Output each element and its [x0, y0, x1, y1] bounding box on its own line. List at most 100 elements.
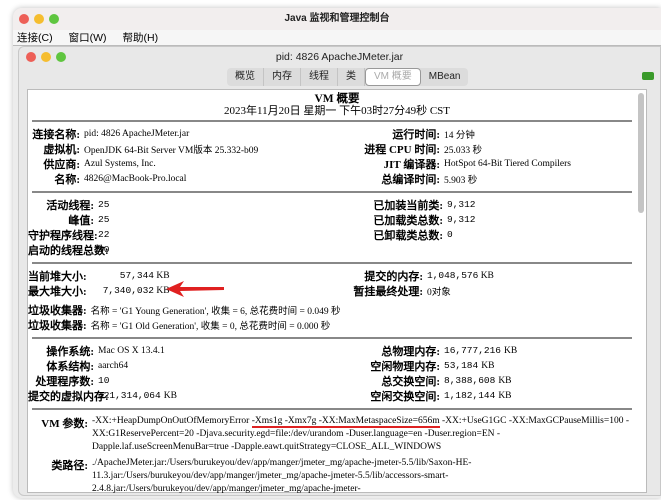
info-row: 操作系统: Mac OS X 13.4.1 总物理内存: 16,777,216 KB — [28, 343, 646, 358]
field-label: 总物理内存: — [381, 345, 440, 358]
os-section: 操作系统: Mac OS X 13.4.1 总物理内存: 16,777,216 KB 体系… — [28, 339, 646, 405]
tab-vm-summary[interactable]: VM 概要 — [365, 68, 421, 86]
field-value: pid: 4826 ApacheJMeter.jar — [84, 128, 190, 139]
red-arrow-annotation — [166, 281, 224, 297]
vm-info-section: 连接名称: pid: 4826 ApacheJMeter.jar 运行时间: 14 分… — [28, 122, 646, 188]
field-label: 总交换空间: — [381, 375, 440, 388]
current-heap-value: 57,344 — [119, 270, 154, 281]
field-label: 已加装当前类: — [373, 199, 443, 212]
tab-memory[interactable]: 内存 — [264, 68, 301, 86]
info-cell: 守护程序线程: 22 — [28, 227, 348, 243]
field-label: 提交的虚拟内存: — [28, 390, 109, 403]
field-value: 0 — [447, 229, 453, 240]
field-label: 总编译时间: — [381, 173, 440, 186]
field-value: OpenJDK 64-Bit Server VM版本 25.332-b09 — [84, 145, 259, 156]
info-cell: 处理程序数: 10 — [28, 373, 348, 389]
vm-summary-panel: VM 概要 2023年11月20日 星期一 下午03时27分49秒 CST 连接名… — [27, 89, 647, 494]
pending-finalization-value: 0对象 — [427, 287, 451, 298]
info-row: 处理程序数: 10 总交换空间: 8,388,608 KB — [28, 373, 646, 388]
field-value: 22 — [98, 229, 110, 240]
info-row: 连接名称: pid: 4826 ApacheJMeter.jar 运行时间: 14 分… — [28, 126, 646, 141]
current-heap-label: 当前堆大小: — [28, 270, 87, 283]
info-cell: 活动线程: 25 — [28, 197, 348, 213]
minimize-button[interactable] — [34, 14, 44, 24]
field-label: 处理程序数: — [35, 375, 94, 388]
menu-help[interactable]: 帮助(H) — [122, 30, 158, 45]
field-value: 53,184 — [444, 360, 479, 371]
menu-connection[interactable]: 连接(C) — [17, 30, 53, 45]
tab-classes[interactable]: 类 — [338, 68, 365, 86]
field-value: Azul Systems, Inc. — [84, 158, 156, 169]
classpath-value: ./ApacheJMeter.jar:/Users/burukeyou/dev/… — [92, 458, 472, 494]
info-cell: 峰值: 25 — [28, 212, 348, 228]
field-label: 连接名称: — [32, 128, 80, 141]
unit: KB — [480, 270, 494, 281]
unit: KB — [504, 345, 518, 356]
summary-date: 2023年11月20日 星期一 下午03时27分49秒 CST — [223, 105, 450, 117]
window-title: pid: 4826 ApacheJMeter.jar — [275, 51, 404, 63]
tab-threads[interactable]: 线程 — [301, 68, 338, 86]
info-row: 守护程序线程: 22 已卸载类总数: 0 — [28, 227, 646, 242]
info-cell: 提交的虚拟内存: 421,314,064 KB — [28, 388, 348, 404]
field-label: 峰值: — [68, 214, 94, 227]
gc-label: 垃圾收集器: — [28, 304, 87, 317]
tab-overview[interactable]: 概览 — [227, 68, 264, 86]
field-value: 1,182,144 — [444, 390, 496, 401]
info-cell: 空闲物理内存: 53,184 KB — [348, 358, 494, 374]
highlighted-heap-args: -Xms1g -Xmx7g -XX:MaxMetaspaceSize=656m — [251, 416, 440, 428]
connection-window: pid: 4826 ApacheJMeter.jar 概览 内存 线程 类 VM… — [18, 46, 661, 496]
field-label: 运行时间: — [392, 128, 440, 141]
field-value: 30 — [98, 244, 110, 255]
field-value: 421,314,064 — [98, 390, 161, 401]
info-row: 体系结构: aarch64 空闲物理内存: 53,184 KB — [28, 358, 646, 373]
tab-mbean[interactable]: MBean — [421, 68, 469, 86]
menu-bar: 连接(C) 窗口(W) 帮助(H) — [13, 30, 661, 46]
field-value: Mac OS X 13.4.1 — [98, 345, 165, 356]
field-label: 虚拟机: — [43, 143, 80, 156]
field-value: 8,388,608 — [444, 375, 496, 386]
unit: KB — [481, 360, 495, 371]
info-cell: 连接名称: pid: 4826 ApacheJMeter.jar — [28, 126, 348, 142]
info-row: 虚拟机: OpenJDK 64-Bit Server VM版本 25.332-b0… — [28, 141, 646, 156]
zoom-button[interactable] — [56, 52, 66, 62]
vm-args-value: -XX:+HeapDumpOnOutOfMemoryError -Xms1g -… — [92, 416, 630, 452]
info-cell: 操作系统: Mac OS X 13.4.1 — [28, 343, 348, 359]
field-label: 名称: — [54, 173, 80, 186]
pending-finalization-label: 暂挂最终处理: — [353, 285, 423, 298]
app-title: Java 监视和管理控制台 — [284, 13, 390, 24]
field-label: 空闲物理内存: — [370, 360, 440, 373]
info-cell: JIT 编译器: HotSpot 64-Bit Tiered Compilers — [348, 156, 571, 172]
info-cell: 启动的线程总数: 30 — [28, 242, 348, 258]
info-cell: 名称: 4826@MacBook-Pro.local — [28, 171, 348, 187]
field-label: 进程 CPU 时间: — [364, 143, 440, 156]
info-cell: 总编译时间: 5.903 秒 — [348, 171, 477, 187]
unit: KB — [156, 270, 170, 281]
committed-memory-value: 1,048,576 — [427, 270, 479, 281]
max-heap-value: 7,340,032 — [102, 285, 154, 296]
connection-plug-icon[interactable] — [642, 72, 654, 80]
unit: KB — [498, 375, 512, 386]
connection-titlebar: pid: 4826 ApacheJMeter.jar — [19, 47, 660, 67]
threads-classes-section: 活动线程: 25 已加装当前类: 9,312 峰值: 25 已加载类总数: 9,312 守护程序… — [28, 193, 646, 259]
info-row: 提交的虚拟内存: 421,314,064 KB 空闲交换空间: 1,182,144 KB — [28, 388, 646, 403]
minimize-button[interactable] — [41, 52, 51, 62]
memory-section: 当前堆大小: 57,344 KB 提交的内存: 1,048,576 KB 最大堆大小… — [28, 264, 646, 334]
menu-window[interactable]: 窗口(W) — [69, 30, 107, 45]
vm-args-label: VM 参数: — [41, 418, 88, 430]
field-value: 4826@MacBook-Pro.local — [84, 173, 187, 184]
field-label: 体系结构: — [46, 360, 94, 373]
max-heap-label: 最大堆大小: — [28, 285, 87, 298]
summary-title: VM 概要 — [314, 93, 360, 105]
close-button[interactable] — [26, 52, 36, 62]
close-button[interactable] — [19, 14, 29, 24]
info-row: 供应商: Azul Systems, Inc. JIT 编译器: HotSpot 64… — [28, 156, 646, 171]
zoom-button[interactable] — [49, 14, 59, 24]
info-row: 活动线程: 25 已加装当前类: 9,312 — [28, 197, 646, 212]
info-cell: 已加载类总数: 9,312 — [348, 212, 476, 228]
field-value: 9,312 — [447, 199, 476, 210]
field-value: 9,312 — [447, 214, 476, 225]
unit: KB — [163, 390, 177, 401]
info-cell: 运行时间: 14 分钟 — [348, 126, 475, 142]
info-cell: 虚拟机: OpenJDK 64-Bit Server VM版本 25.332-b0… — [28, 141, 348, 157]
field-value: 25.033 秒 — [444, 145, 483, 156]
